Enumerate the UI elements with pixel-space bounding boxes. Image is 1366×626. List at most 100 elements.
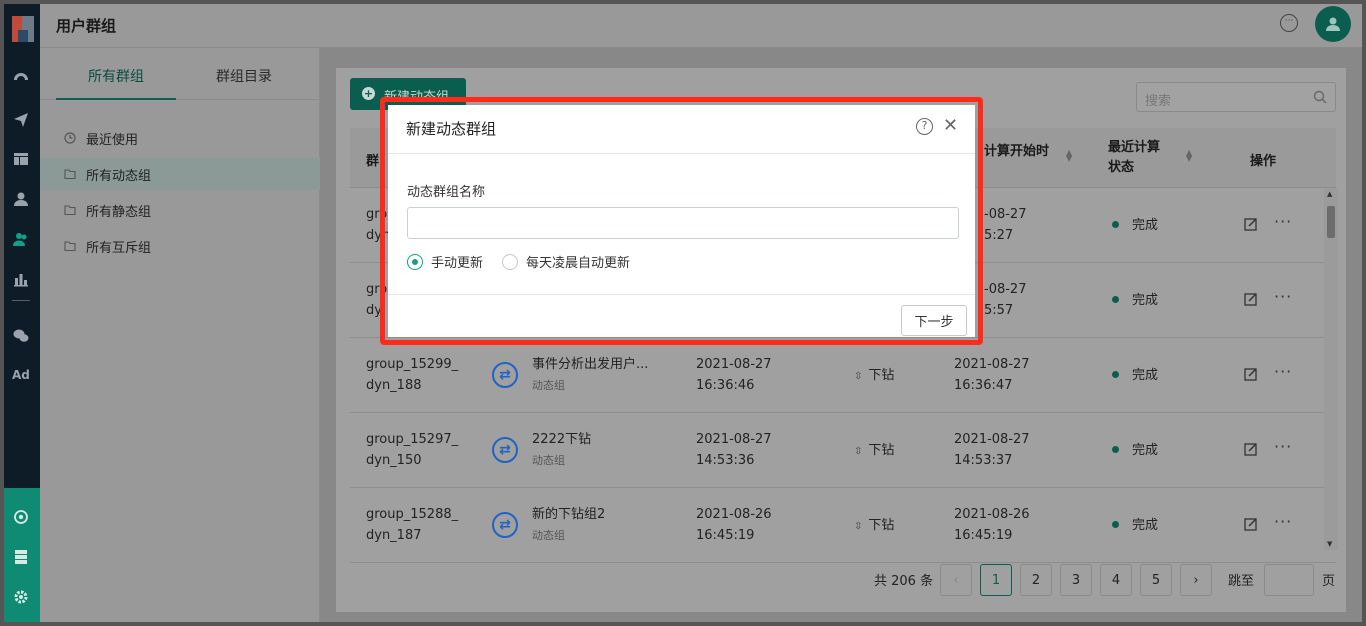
group-id-suffix: dyn_150 (366, 453, 422, 468)
radio-auto-update[interactable]: 每天凌晨自动更新 (502, 252, 630, 271)
more-icon[interactable]: ··· (1274, 437, 1292, 456)
more-icon[interactable]: ··· (1274, 512, 1292, 531)
pagination-page-5[interactable]: 5 (1140, 564, 1172, 596)
next-step-button[interactable]: 下一步 (901, 305, 967, 336)
sidebar-item-exclusive-groups[interactable]: 所有互斥组 (40, 230, 320, 262)
edit-icon[interactable] (1244, 217, 1258, 231)
created-date: 2021-08-26 (696, 507, 772, 522)
sidebar-item-static-groups[interactable]: 所有静态组 (40, 194, 320, 226)
pagination-page-2[interactable]: 2 (1020, 564, 1052, 596)
wechat-icon[interactable] (12, 327, 30, 345)
settings-gear-icon[interactable] (12, 588, 30, 606)
ad-icon[interactable]: Ad (12, 368, 30, 382)
column-header-group[interactable]: 群 (366, 150, 379, 169)
group-id-suffix: dyn_187 (366, 528, 422, 543)
active-tab-indicator (56, 98, 176, 100)
send-icon[interactable] (12, 110, 30, 128)
edit-icon[interactable] (1244, 292, 1258, 306)
edit-icon[interactable] (1244, 517, 1258, 531)
group-type: 动态组 (532, 379, 565, 392)
drill-icon: ⇳ (854, 371, 863, 382)
sidebar-item-label: 最近使用 (86, 132, 139, 148)
scrollbar-thumb[interactable] (1327, 206, 1335, 238)
dynamic-group-icon: ⇄ (492, 512, 518, 538)
search-placeholder: 搜索 (1145, 94, 1172, 109)
edit-icon[interactable] (1244, 367, 1258, 381)
column-header-actions: 操作 (1250, 154, 1277, 169)
table-scrollbar[interactable]: ▲ ▼ (1324, 188, 1338, 550)
table-row[interactable]: group_15297_ dyn_150 ⇄ 2222下钻 动态组 2021-0… (350, 413, 1336, 488)
tab-all-groups[interactable]: 所有群组 (88, 66, 144, 86)
column-header-calc-start[interactable]: 计算开始时 (984, 140, 1049, 159)
scroll-up-icon[interactable]: ▲ (1327, 190, 1332, 198)
table-row[interactable]: group_15299_ dyn_188 ⇄ 事件分析出发用户... 动态组 2… (350, 338, 1336, 413)
tab-group-directory[interactable]: 群组目录 (216, 66, 272, 86)
more-icon[interactable]: ··· (1274, 287, 1292, 306)
calc-date: -08-27 (984, 282, 1027, 297)
pagination-page-3[interactable]: 3 (1060, 564, 1092, 596)
chat-icon[interactable]: ··· (1280, 14, 1298, 32)
plus-circle-icon: + (362, 87, 375, 100)
help-icon[interactable]: ? (916, 118, 933, 135)
avatar[interactable] (1315, 6, 1351, 42)
calc-time: 5:57 (984, 303, 1014, 318)
more-icon[interactable]: ··· (1274, 212, 1292, 231)
created-time: 16:36:46 (696, 378, 755, 393)
user-icon[interactable] (12, 190, 30, 208)
app-logo-icon (12, 16, 34, 42)
dialog-divider (388, 153, 975, 154)
calc-time: 16:36:47 (954, 378, 1013, 393)
group-sidebar: 所有群组 群组目录 最近使用 所有动态组 所有静态组 所有互斥组 (40, 48, 320, 622)
group-name[interactable]: 2222下钻 (532, 429, 591, 450)
column-header-last-status[interactable]: 最近计算状态 (1108, 138, 1170, 178)
radio-unselected-icon[interactable] (502, 253, 518, 270)
drill-label: 下钻 (868, 518, 895, 533)
org-icon[interactable] (12, 508, 30, 526)
calc-date: 2021-08-27 (954, 357, 1030, 372)
calc-time: 14:53:37 (954, 453, 1013, 468)
search-icon[interactable] (1313, 90, 1327, 104)
nav-rail: Ad (4, 4, 40, 622)
bar-chart-icon[interactable] (12, 270, 30, 288)
scroll-down-icon[interactable]: ▼ (1327, 540, 1332, 548)
group-name[interactable]: 新的下钻组2 (532, 504, 605, 525)
status-dot (1112, 521, 1119, 528)
pagination-page-4[interactable]: 4 (1100, 564, 1132, 596)
user-group-icon[interactable] (12, 230, 30, 248)
pagination-prev-button[interactable]: ‹ (940, 564, 972, 596)
dashboard-icon[interactable] (12, 70, 30, 88)
pagination-page-1[interactable]: 1 (980, 564, 1012, 596)
more-icon[interactable]: ··· (1274, 362, 1292, 381)
jump-page-input[interactable] (1264, 564, 1314, 596)
sidebar-item-label: 所有静态组 (86, 204, 152, 220)
calc-time: 16:45:19 (954, 528, 1013, 543)
sidebar-item-recent[interactable]: 最近使用 (40, 122, 320, 154)
top-header: 用户群组 ··· (40, 4, 1362, 48)
search-input[interactable]: 搜索 (1136, 82, 1336, 112)
radio-manual-update[interactable]: 手动更新 (407, 252, 483, 271)
status-text: 完成 (1132, 368, 1159, 383)
sidebar-item-dynamic-groups[interactable]: 所有动态组 (40, 158, 320, 190)
pagination-next-button[interactable]: › (1180, 564, 1212, 596)
close-icon[interactable]: ✕ (943, 116, 958, 136)
sort-icon[interactable]: ▲ ▼ (1066, 149, 1074, 163)
edit-icon[interactable] (1244, 442, 1258, 456)
sort-icon[interactable]: ▲ ▼ (1186, 149, 1194, 163)
page-title: 用户群组 (56, 17, 117, 35)
status-text: 完成 (1132, 443, 1159, 458)
sidebar-item-label: 所有互斥组 (86, 240, 152, 256)
status-dot (1112, 296, 1119, 303)
group-name-input[interactable] (407, 207, 959, 239)
folder-icon (64, 168, 76, 180)
server-icon[interactable] (12, 548, 30, 566)
page-unit-label: 页 (1322, 574, 1336, 589)
dynamic-group-icon: ⇄ (492, 362, 518, 388)
dialog-divider (388, 294, 975, 295)
created-date: 2021-08-27 (696, 432, 772, 447)
group-name[interactable]: 事件分析出发用户... (532, 354, 648, 375)
radio-label: 手动更新 (431, 256, 484, 271)
status-dot (1112, 371, 1119, 378)
layout-icon[interactable] (12, 150, 30, 168)
radio-selected-icon[interactable] (407, 253, 423, 270)
table-row[interactable]: group_15288_ dyn_187 ⇄ 新的下钻组2 动态组 2021-0… (350, 488, 1336, 563)
